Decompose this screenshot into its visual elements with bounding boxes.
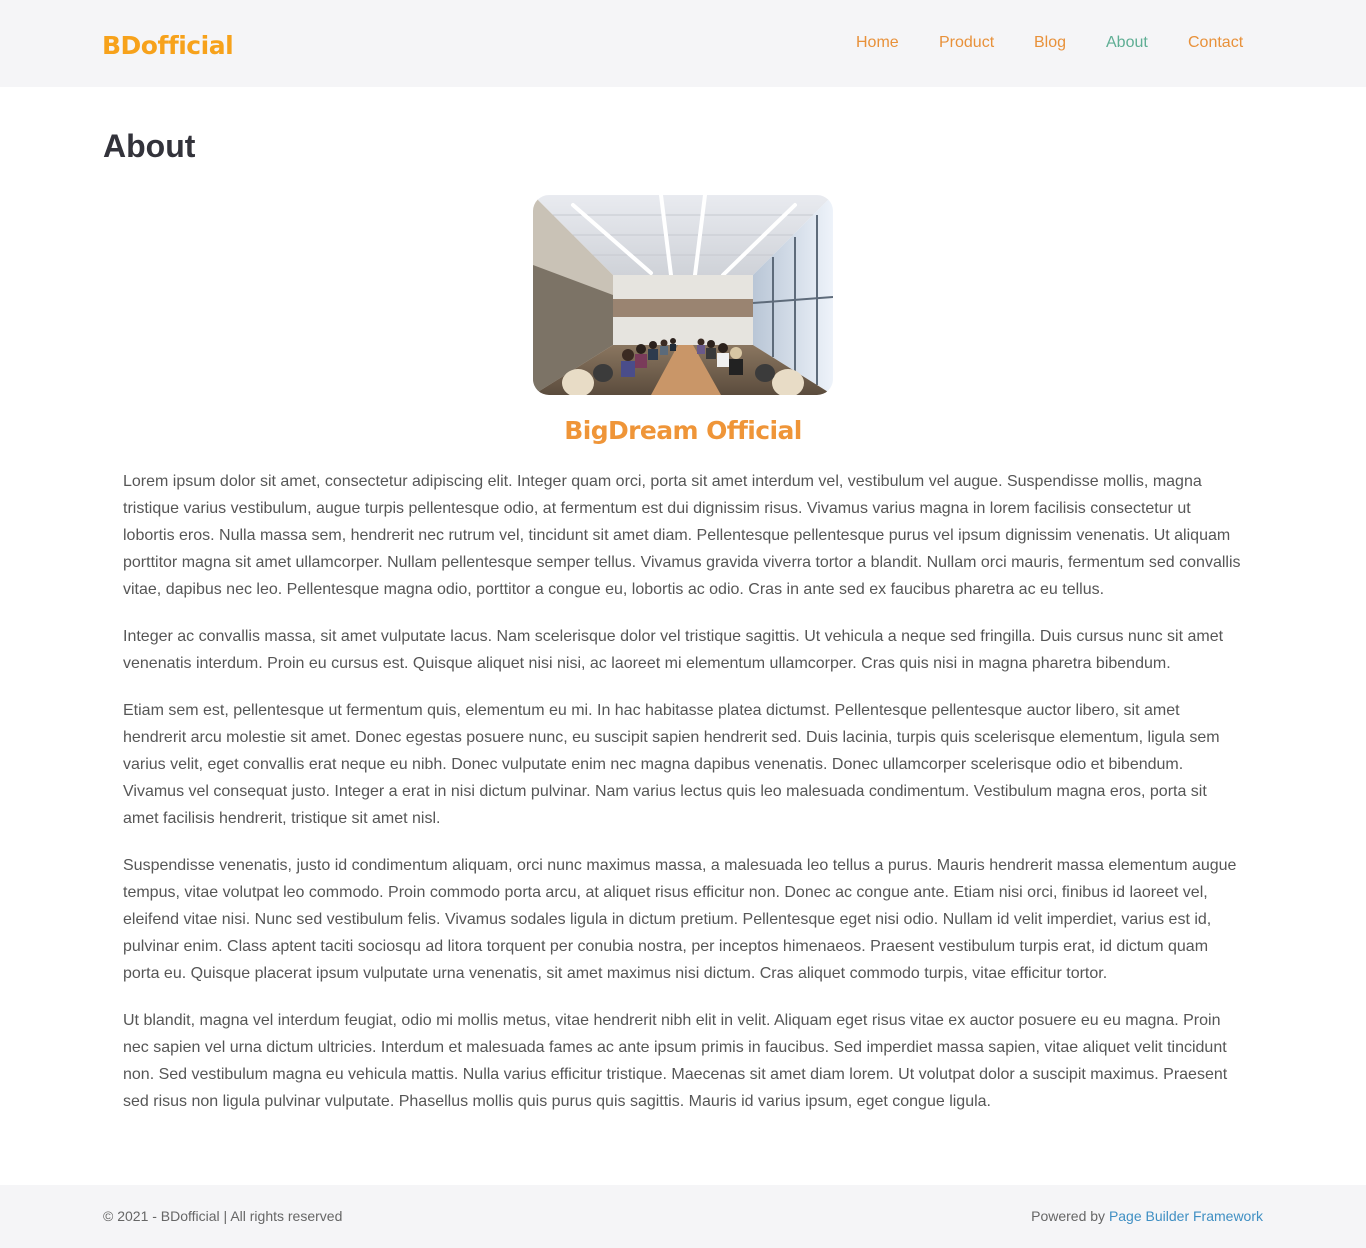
conference-room-image — [533, 195, 833, 395]
paragraph: Ut blandit, magna vel interdum feugiat, … — [123, 1012, 1228, 1110]
nav-contact[interactable]: Contact — [1188, 30, 1243, 56]
site-header: BDofficial Home Product Blog About Conta… — [0, 0, 1366, 87]
nav-about[interactable]: About — [1106, 30, 1148, 56]
organization-name: BigDream Official — [564, 416, 802, 445]
page-title: About — [103, 128, 196, 164]
powered-by: Powered by Page Builder Framework — [1031, 1207, 1263, 1225]
main-nav: Home Product Blog About Contact — [0, 30, 1366, 56]
paragraph: Integer ac convallis massa, sit amet vul… — [123, 628, 1224, 672]
nav-home[interactable]: Home — [856, 30, 899, 56]
paragraph: Lorem ipsum dolor sit amet, consectetur … — [123, 473, 1241, 598]
about-content: Lorem ipsum dolor sit amet, consectetur … — [123, 468, 1246, 1135]
paragraph: Etiam sem est, pellentesque ut fermentum… — [123, 702, 1220, 827]
copyright-text: © 2021 - BDofficial | All rights reserve… — [103, 1208, 343, 1224]
nav-blog[interactable]: Blog — [1034, 30, 1066, 56]
powered-by-label: Powered by — [1031, 1208, 1106, 1224]
site-footer: © 2021 - BDofficial | All rights reserve… — [0, 1185, 1366, 1248]
paragraph: Suspendisse venenatis, justo id condimen… — [123, 857, 1237, 982]
nav-product[interactable]: Product — [939, 30, 994, 56]
page-builder-link[interactable]: Page Builder Framework — [1109, 1208, 1263, 1224]
